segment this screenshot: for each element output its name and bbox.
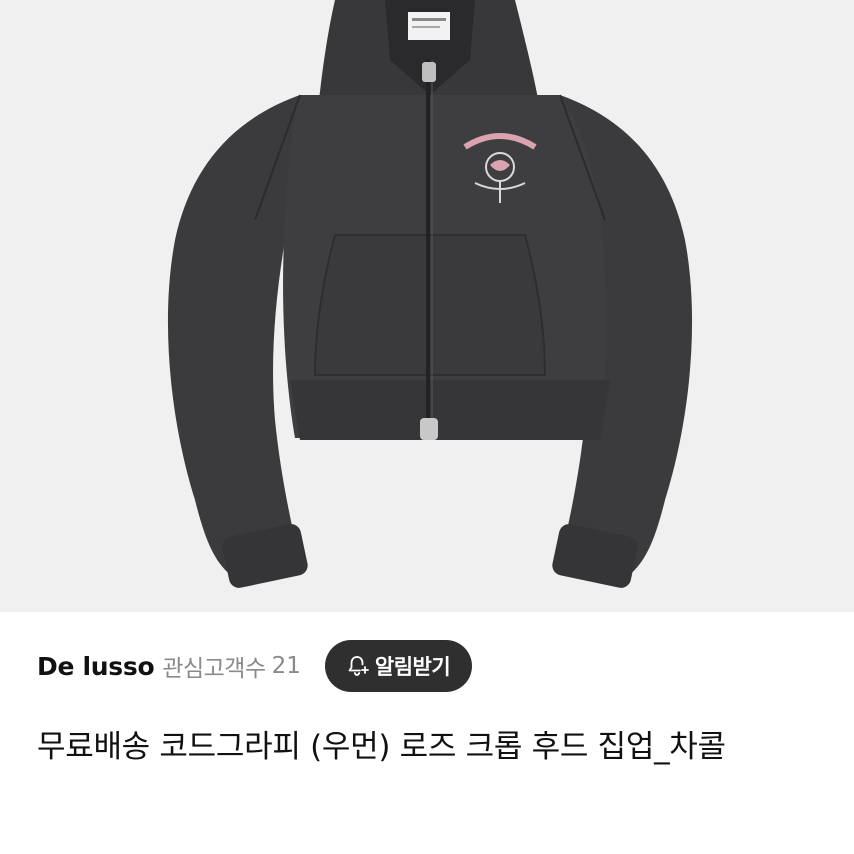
hoodie-illustration: [0, 0, 854, 612]
product-page: De lusso 관심고객수 21 알림받기 무료배송 코드그라피 (우먼) 로…: [0, 0, 854, 854]
alert-button-label: 알림받기: [374, 655, 451, 679]
follower-label: 관심고객수: [162, 656, 266, 682]
alert-subscribe-button[interactable]: 알림받기: [324, 640, 473, 692]
product-title: 무료배송 코드그라피 (우먼) 로즈 크롭 후드 집업_차콜: [37, 729, 726, 765]
product-image[interactable]: [0, 0, 854, 612]
follower-count: 21: [271, 653, 301, 679]
seller-row: De lusso 관심고객수 21 알림받기: [37, 638, 817, 694]
bell-plus-icon: [345, 653, 371, 679]
seller-name[interactable]: De lusso: [37, 652, 155, 681]
